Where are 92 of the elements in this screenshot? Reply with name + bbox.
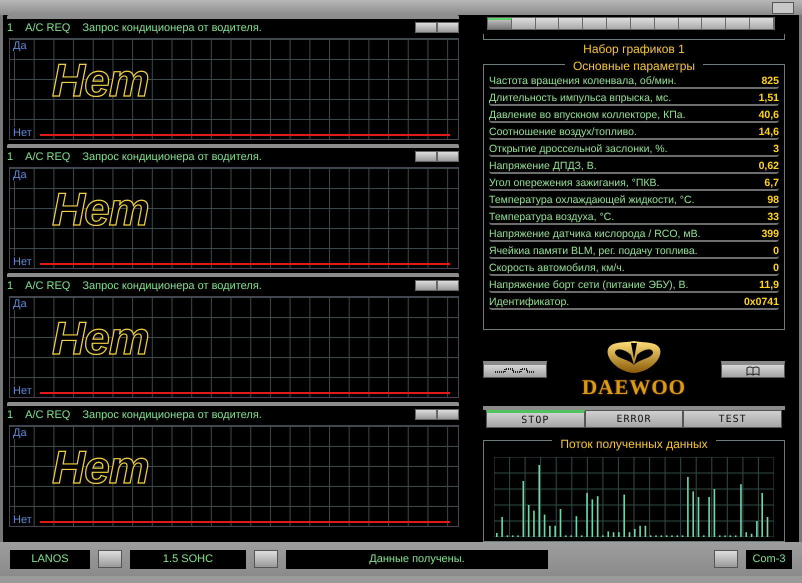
parameter-value: 98 [767, 194, 779, 206]
graph-set-tab[interactable] [488, 18, 512, 29]
graph-set-tab[interactable] [702, 18, 726, 29]
panel-button[interactable] [415, 22, 437, 33]
parameter-name: Угол опережения зажигания, °ПКВ. [489, 177, 660, 190]
parameter-value: 14,6 [758, 126, 779, 138]
axis-label: Да [13, 169, 27, 181]
parameter-name: Соотношение воздух/топливо. [489, 126, 637, 138]
state-text: Нет [52, 53, 149, 107]
parameter-value: 0 [773, 245, 779, 258]
graph-set-tab[interactable] [654, 18, 679, 29]
parameter-name: Открытие дроссельной заслонки, %. [489, 143, 668, 156]
axis-label: Да [13, 298, 27, 310]
axis-label: Нет [13, 256, 32, 268]
status-button[interactable] [714, 550, 738, 568]
graph-set-title: Набор графиков 1 [583, 42, 685, 56]
axis-label: Да [13, 427, 27, 439]
graph-set-tab[interactable] [512, 18, 536, 29]
state-text: Нет [52, 182, 149, 236]
axis-label: Нет [13, 385, 32, 397]
parameter-value: 40,6 [758, 109, 779, 122]
mode-button[interactable]: TEST [683, 410, 782, 428]
engine-field: 1.5 SOHC [130, 550, 246, 568]
model-field: LANOS [10, 550, 90, 568]
parameter-name: Напряжение датчика кислорода / RCO, мВ. [489, 228, 701, 240]
graph-set-tab[interactable] [630, 18, 655, 29]
parameter-name: Температура воздуха, °С. [489, 211, 614, 224]
parameter-value: 11,9 [759, 279, 779, 292]
parameter-value: 399 [761, 228, 779, 240]
graph-description: Запрос кондиционера от водителя. [82, 408, 262, 420]
status-button[interactable] [98, 550, 122, 568]
panel-button[interactable] [437, 280, 459, 291]
parameter-code: A/C REQ [25, 280, 70, 292]
axis-label: Да [13, 40, 27, 52]
book-icon [746, 366, 760, 376]
book-button[interactable] [720, 360, 785, 378]
graph-description: Запрос кондиционера от водителя. [82, 150, 262, 162]
graph-description: Запрос кондиционера от водителя. [82, 280, 262, 292]
state-text: Нет [52, 311, 149, 365]
port-field: Com-3 [746, 550, 792, 568]
panel-button[interactable] [437, 409, 459, 420]
parameter-name: Напряжение ДПДЗ, В. [489, 160, 597, 172]
group-title: Основные параметры [564, 59, 704, 74]
mode-button[interactable]: STOP [486, 410, 585, 428]
graph-set-tab[interactable] [726, 18, 750, 29]
graph-set-tab[interactable] [750, 18, 774, 29]
parameter-value: 6,7 [764, 177, 779, 190]
parameter-value: 33 [767, 211, 779, 224]
graph-set-tab[interactable] [678, 18, 702, 29]
panel-button[interactable] [415, 409, 437, 420]
parameter-value: 825 [761, 75, 779, 88]
parameter-code: A/C REQ [25, 408, 70, 420]
panel-button[interactable] [415, 151, 437, 162]
graph-number: 1 [7, 280, 14, 292]
parameter-value: 1,51 [758, 92, 779, 104]
parameter-value: 0 [773, 262, 779, 274]
parameter-code: A/C REQ [25, 150, 70, 162]
graph-number: 1 [7, 150, 14, 162]
parameter-name: Частота вращения коленвала, об/мин. [489, 75, 676, 88]
graph-description: Запрос кондиционера от водителя. [82, 22, 262, 34]
status-message: Данные получены. [286, 550, 548, 568]
axis-label: Нет [13, 514, 32, 526]
state-text: Нет [52, 440, 149, 494]
graph-button[interactable] [483, 360, 547, 378]
graph-number: 1 [7, 408, 14, 420]
parameter-name: Скорость автомобиля, км/ч. [489, 262, 625, 274]
parameter-name: Длительность импульса впрыска, мс. [489, 92, 672, 104]
graph-number: 1 [7, 22, 14, 34]
panel-button[interactable] [437, 151, 459, 162]
graph-set-tab[interactable] [583, 18, 608, 29]
parameter-value: 3 [773, 143, 779, 156]
parameter-name: Напряжение борт сети (питание ЭБУ), В. [489, 279, 688, 292]
parameter-value: 0x0741 [744, 296, 779, 308]
graph-set-tab[interactable] [536, 18, 560, 29]
group-title: Поток полученных данных [552, 437, 716, 451]
parameter-value: 0,62 [758, 160, 779, 172]
parameter-name: Температура охлаждающей жидкости, °С. [489, 194, 694, 206]
status-button[interactable] [254, 550, 278, 568]
window-button[interactable] [772, 2, 794, 14]
panel-button[interactable] [415, 280, 437, 291]
parameter-name: Идентификатор. [489, 296, 570, 308]
logo-emblem-icon [604, 338, 663, 375]
mode-button[interactable]: ERROR [584, 410, 684, 428]
waveform-icon [495, 366, 535, 375]
brand-logo-text: DAEWOO [582, 374, 686, 400]
graph-set-tab[interactable] [559, 18, 584, 29]
axis-label: Нет [13, 127, 32, 139]
panel-button[interactable] [437, 22, 459, 33]
parameter-name: Ячейкиа памяти BLM, рег. подачу топлива. [489, 245, 698, 258]
parameter-code: A/C REQ [25, 22, 70, 34]
parameter-name: Давление во впускном коллекторе, КПа. [489, 109, 686, 122]
graph-set-tab[interactable] [607, 18, 631, 29]
